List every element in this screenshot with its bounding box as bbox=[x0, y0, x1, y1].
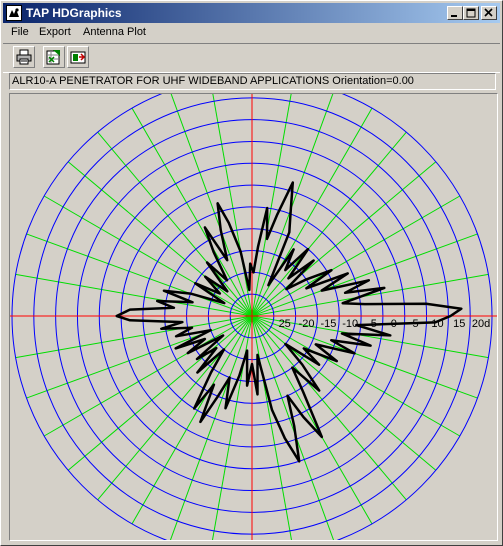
close-button[interactable] bbox=[481, 6, 497, 20]
export-icon bbox=[70, 51, 86, 64]
radial-tick-label: -15 bbox=[320, 318, 336, 330]
grid-spoke bbox=[251, 315, 293, 540]
caption-text: ALR10-A PENETRATOR FOR UHF WIDEBAND APPL… bbox=[12, 75, 414, 87]
app-icon[interactable] bbox=[6, 5, 22, 21]
radial-tick-label: -10 bbox=[342, 318, 358, 330]
radial-tick-label: 25 bbox=[279, 318, 291, 330]
maximize-button[interactable] bbox=[463, 6, 479, 20]
radial-tick-label: 15 bbox=[453, 318, 465, 330]
grid-spoke bbox=[169, 315, 253, 540]
minimize-button[interactable] bbox=[447, 6, 463, 20]
menu-export[interactable]: Export bbox=[39, 26, 71, 38]
radial-tick-label: -20 bbox=[299, 318, 315, 330]
radial-tick-label: 0 bbox=[391, 318, 397, 330]
menu-antenna-plot[interactable]: Antenna Plot bbox=[83, 26, 146, 38]
maximize-icon bbox=[466, 8, 476, 18]
polar-chart: 25 -20 -15 -10 -5 0 5 10 15 20d bbox=[10, 94, 497, 540]
excel-export-button[interactable] bbox=[43, 46, 65, 68]
window-title: TAP HDGraphics bbox=[26, 6, 122, 20]
radial-tick-label: 5 bbox=[413, 318, 419, 330]
minimize-icon bbox=[451, 15, 457, 17]
main-window: TAP HDGraphics File Export Antenna Plot bbox=[0, 0, 503, 546]
plot-caption: ALR10-A PENETRATOR FOR UHF WIDEBAND APPL… bbox=[9, 73, 496, 90]
radial-tick-label: -5 bbox=[367, 318, 377, 330]
radial-tick-label: 10 bbox=[431, 318, 443, 330]
printer-icon bbox=[16, 49, 32, 65]
radial-tick-label: 20d bbox=[472, 318, 490, 330]
export-image-button[interactable] bbox=[67, 46, 89, 68]
menu-file[interactable]: File bbox=[11, 26, 29, 38]
grid-spoke bbox=[251, 94, 292, 317]
title-bar[interactable]: TAP HDGraphics bbox=[3, 3, 500, 23]
close-icon bbox=[484, 8, 493, 17]
polar-plot-area: 25 -20 -15 -10 -5 0 5 10 15 20d bbox=[9, 93, 498, 541]
toolbar bbox=[3, 43, 500, 73]
spreadsheet-icon bbox=[46, 50, 60, 65]
menu-bar: File Export Antenna Plot bbox=[3, 24, 500, 42]
print-button[interactable] bbox=[13, 46, 35, 68]
